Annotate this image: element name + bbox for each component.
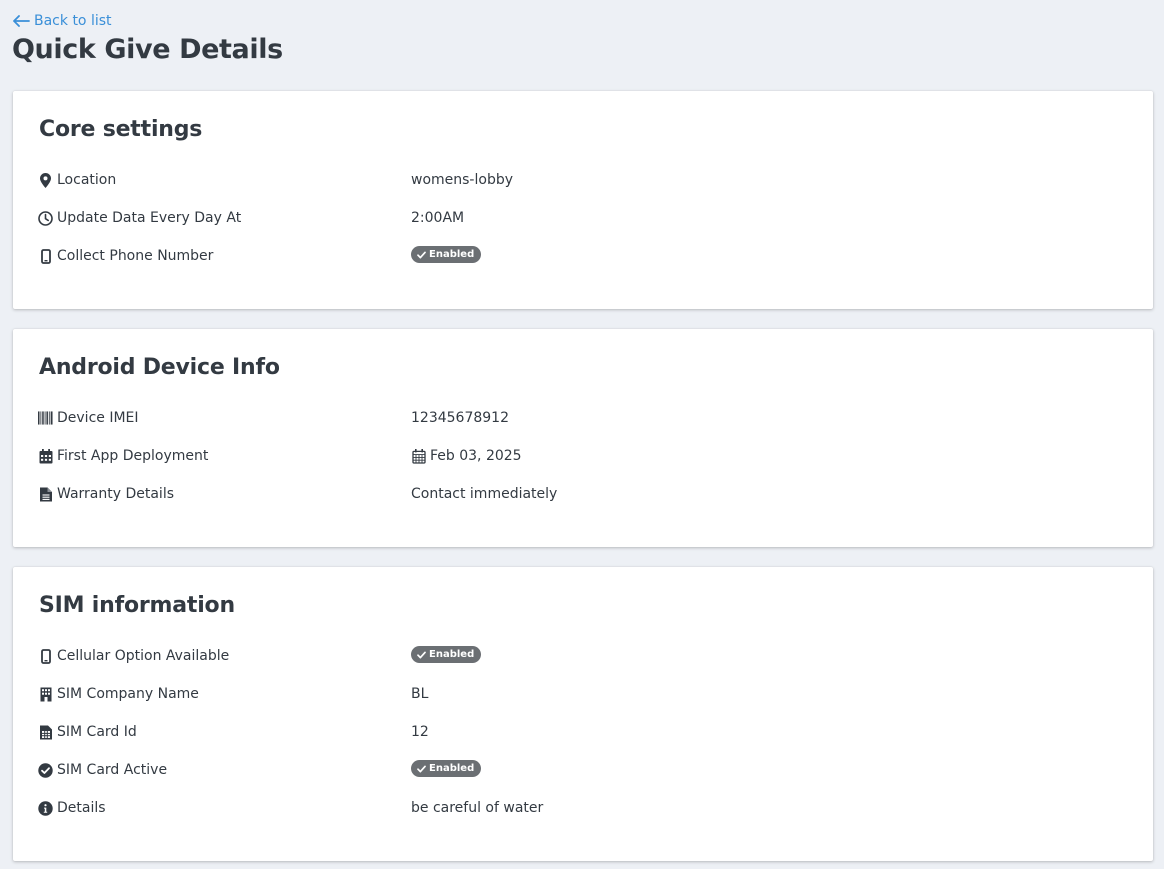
detail-row-sim-card-active: SIM Card Active Enabled — [38, 758, 1138, 782]
core-settings-card: Core settings Location womens-lobby Upda… — [13, 91, 1153, 309]
detail-row-cellular-option: Cellular Option Available Enabled — [38, 644, 1138, 668]
map-marker-icon — [38, 172, 53, 188]
detail-label: First App Deployment — [57, 448, 209, 464]
android-device-info-card: Android Device Info Device IMEI 12345678… — [13, 329, 1153, 547]
info-circle-icon — [38, 800, 53, 816]
detail-value: Feb 03, 2025 — [430, 448, 522, 464]
status-badge: Enabled — [411, 246, 482, 263]
detail-value: Contact immediately — [411, 486, 558, 502]
check-icon — [417, 251, 426, 258]
detail-value: womens-lobby — [411, 172, 513, 188]
detail-value: BL — [411, 686, 429, 702]
status-badge: Enabled — [411, 760, 482, 777]
detail-row-imei: Device IMEI 12345678912 — [38, 406, 1138, 430]
sim-card-icon — [38, 724, 53, 740]
file-text-icon — [38, 486, 53, 502]
calendar-icon — [38, 448, 53, 464]
back-to-list-label[interactable]: Back to list — [34, 12, 112, 30]
detail-row-sim-company: SIM Company Name BL — [38, 682, 1138, 706]
page: Back to list Quick Give Details Core set… — [0, 0, 1164, 869]
page-title: Quick Give Details — [12, 34, 283, 65]
detail-row-collect-phone: Collect Phone Number Enabled — [38, 244, 1138, 268]
mobile-phone-icon — [38, 248, 53, 264]
clock-icon — [38, 210, 53, 226]
detail-row-warranty: Warranty Details Contact immediately — [38, 482, 1138, 506]
arrow-left-icon — [12, 15, 30, 27]
detail-row-update-time: Update Data Every Day At 2:00AM — [38, 206, 1138, 230]
card-title: SIM information — [39, 593, 235, 618]
detail-label: Warranty Details — [57, 486, 175, 502]
detail-value: 12 — [411, 724, 429, 740]
check-circle-icon — [38, 762, 53, 778]
barcode-icon — [38, 410, 53, 426]
calendar-outline-icon — [411, 448, 426, 464]
card-title: Core settings — [39, 117, 203, 142]
detail-value: 12345678912 — [411, 410, 509, 426]
sim-information-card: SIM information Cellular Option Availabl… — [13, 567, 1153, 861]
detail-row-details: Details be careful of water — [38, 796, 1138, 820]
detail-value: 2:00AM — [411, 210, 465, 226]
detail-label: SIM Card Id — [57, 724, 137, 740]
detail-label: Details — [57, 800, 106, 816]
detail-value: be careful of water — [411, 800, 544, 816]
card-title: Android Device Info — [39, 355, 280, 380]
mobile-phone-icon — [38, 648, 53, 664]
detail-row-first-deployment: First App Deployment Feb 03, 2025 — [38, 444, 1138, 468]
check-icon — [417, 765, 426, 772]
detail-row-sim-card-id: SIM Card Id 12 — [38, 720, 1138, 744]
status-badge: Enabled — [411, 646, 482, 663]
detail-label: Cellular Option Available — [57, 648, 230, 664]
detail-label: Update Data Every Day At — [57, 210, 242, 226]
detail-label: SIM Card Active — [57, 762, 168, 778]
detail-label: SIM Company Name — [57, 686, 199, 702]
detail-row-location: Location womens-lobby — [38, 168, 1138, 192]
building-icon — [38, 686, 53, 702]
back-to-list-link[interactable]: Back to list — [12, 12, 112, 30]
detail-label: Location — [57, 172, 117, 188]
detail-label: Collect Phone Number — [57, 248, 214, 264]
detail-label: Device IMEI — [57, 410, 139, 426]
check-icon — [417, 651, 426, 658]
